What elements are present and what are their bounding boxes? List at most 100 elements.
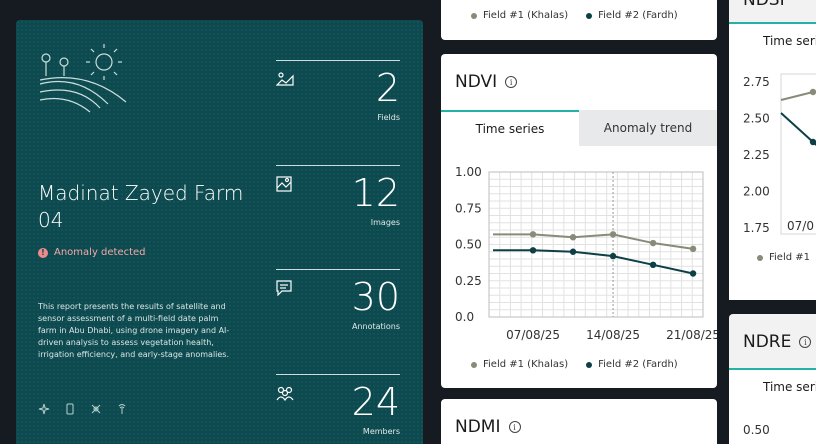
stat-value: 12 (351, 171, 400, 215)
ndvi-line-chart: 1.00 0.75 0.50 0.25 0.0 07/08/25 14/08/25 21/08… (455, 165, 717, 342)
data-point (649, 261, 657, 268)
legend-dot (586, 361, 593, 368)
data-point (569, 234, 577, 241)
y-tick-label: 0.25 (455, 274, 482, 288)
device-icon (66, 403, 74, 415)
ndsi-title: NDSI (743, 0, 785, 10)
ndsi-legend: Field #1 (757, 252, 810, 263)
card-title-text: NDRE (743, 332, 792, 352)
farm-description: This report presents the results of sate… (38, 302, 230, 359)
tab-anomaly-trend[interactable]: Anomaly trend (579, 110, 717, 146)
x-tick-label: 07/0 (787, 219, 814, 233)
data-point (529, 231, 537, 238)
series-line-1 (493, 233, 694, 250)
farm-illustration-icon (38, 44, 128, 118)
data-point (809, 88, 816, 96)
anomaly-label: Anomaly detected (54, 247, 146, 258)
farm-summary-card: Madinat Zayed Farm 04 ! Anomaly detected… (16, 20, 423, 444)
tab-time-series[interactable]: Time seri (729, 22, 816, 58)
ndvi-legend: Field #1 (Khalas) Field #2 (Fardh) (471, 359, 678, 370)
stat-label: Fields (377, 113, 400, 122)
chart-legend: Field #1 (Khalas) Field #2 (Fardh) (471, 10, 678, 21)
legend-label: Field #1 (Khalas) (483, 10, 569, 21)
info-icon[interactable]: i (508, 421, 521, 433)
x-tick-label: 14/08/25 (586, 328, 640, 342)
y-tick-label: 1.75 (743, 221, 770, 235)
stat-value: 24 (351, 380, 400, 424)
signal-icon (118, 404, 126, 414)
data-point (649, 239, 657, 247)
data-point (689, 270, 697, 277)
ndre-title: NDRE i (743, 332, 812, 352)
y-tick-label: 0.50 (455, 238, 482, 252)
anomaly-status: ! Anomaly detected (38, 247, 146, 258)
stat-members: 24 Members (276, 374, 400, 436)
series-line-2 (493, 249, 694, 275)
stat-value: 2 (375, 66, 400, 110)
stat-value: 30 (351, 275, 400, 319)
ndvi-card: NDVI i Time series Anomaly trend 1.00 0.7… (441, 54, 717, 388)
data-point (809, 138, 816, 146)
legend-label: Field #1 (Khalas) (483, 359, 569, 370)
previous-chart-card: Field #1 (Khalas) Field #2 (Fardh) (441, 0, 717, 40)
y-tick-label: 2.50 (743, 112, 770, 126)
legend-item-field1: Field #1 (757, 252, 810, 263)
y-tick-label: 1.00 (455, 165, 482, 179)
x-tick-label: 21/08/25 (666, 328, 717, 342)
field-icon (276, 72, 294, 86)
x-tick-label: 07/08/25 (506, 328, 560, 342)
ndsi-chart-area: 2.75 2.50 2.25 2.00 1.75 07/0 Field #1 (729, 58, 816, 300)
legend-label: Field #1 (769, 252, 811, 263)
image-icon (276, 176, 292, 192)
data-point (609, 252, 617, 260)
stat-label: Annotations (351, 322, 400, 331)
alert-icon: ! (38, 247, 48, 258)
stat-label: Images (370, 218, 400, 227)
y-tick-label: 2.25 (743, 148, 770, 162)
data-point (569, 248, 577, 255)
card-title-text: NDSI (743, 0, 785, 10)
annotation-icon (276, 280, 292, 296)
legend-label: Field #2 (Fardh) (598, 10, 678, 21)
legend-item-field2: Field #2 (Fardh) (586, 359, 678, 370)
ndsi-line-chart: 2.75 2.50 2.25 2.00 1.75 07/0 (743, 73, 816, 235)
drone-icon (38, 403, 50, 415)
y-tick-label: 0.50 (743, 423, 770, 437)
sensor-icons (38, 403, 128, 415)
y-tick-label: 2.75 (743, 75, 770, 89)
legend-dot (757, 254, 763, 261)
stat-label: Members (362, 427, 400, 436)
ndmi-card: NDMI i (441, 399, 717, 444)
info-icon[interactable]: i (799, 336, 812, 348)
farm-name: Madinat Zayed Farm 04 (38, 181, 244, 232)
card-title-text: NDVI (455, 72, 498, 92)
tab-time-series[interactable]: Time series (441, 110, 579, 146)
ndsi-card: NDSI Time seri 2.75 2.50 2.25 2.00 1.75 07/0 … (729, 0, 816, 300)
ndre-chart-area: 0.50 (729, 404, 816, 444)
legend-item-field1: Field #1 (Khalas) (471, 359, 568, 370)
legend-dot (586, 12, 593, 19)
y-tick-label: 0.0 (455, 310, 474, 324)
info-icon[interactable]: i (505, 76, 518, 88)
ndre-card: NDRE i Time seri 0.50 (729, 314, 816, 444)
stat-images: 12 Images (276, 165, 400, 227)
y-tick-label: 2.00 (743, 185, 770, 199)
ndvi-title: NDVI i (455, 72, 518, 92)
y-tick-label: 0.75 (455, 201, 482, 215)
stat-fields: 2 Fields (276, 60, 400, 122)
ndmi-title: NDMI i (455, 417, 521, 437)
card-title-text: NDMI (455, 417, 501, 437)
legend-dot (471, 361, 477, 368)
ndvi-tabs: Time series Anomaly trend (441, 110, 717, 146)
legend-label: Field #2 (Fardh) (598, 359, 678, 370)
series-line-2 (780, 112, 816, 146)
legend-item-field1: Field #1 (Khalas) (471, 10, 568, 21)
satellite-icon (91, 404, 101, 414)
stat-annotations: 30 Annotations (276, 269, 400, 331)
data-point (689, 245, 697, 253)
data-point (609, 231, 617, 238)
data-point (529, 247, 537, 254)
members-icon (276, 386, 294, 401)
tab-time-series[interactable]: Time seri (729, 368, 816, 404)
legend-item-field2: Field #2 (Fardh) (586, 10, 678, 21)
